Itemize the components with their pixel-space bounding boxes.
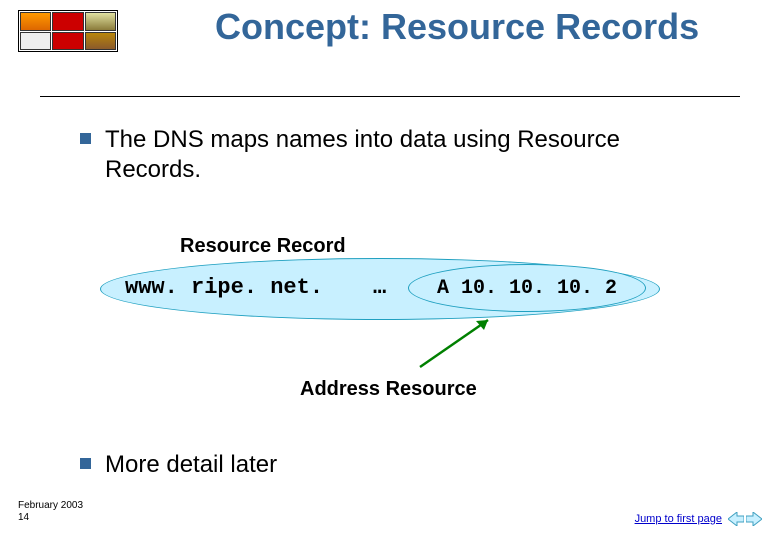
next-arrow-icon[interactable] — [746, 512, 762, 526]
footer-date: February 2003 14 — [18, 500, 83, 524]
bullet-text: More detail later — [105, 450, 277, 480]
address-record-ellipse: A 10. 10. 10. 2 — [408, 264, 646, 312]
title-divider — [40, 96, 740, 97]
bullet-2: More detail later — [80, 450, 720, 480]
resource-record-label: Resource Record — [180, 235, 346, 258]
bullet-marker — [80, 133, 91, 144]
ellipsis-text: … — [373, 275, 386, 300]
bullet-text: The DNS maps names into data using Resou… — [105, 125, 720, 185]
slide-logo — [18, 10, 118, 52]
slide-date: February 2003 — [18, 500, 83, 512]
jump-first-page-link[interactable]: Jump to first page — [635, 513, 722, 525]
address-record-text: A 10. 10. 10. 2 — [437, 277, 617, 300]
address-resource-label: Address Resource — [300, 378, 477, 401]
bullet-1: The DNS maps names into data using Resou… — [80, 125, 720, 185]
footer-nav: Jump to first page — [635, 512, 762, 526]
arrow-icon — [410, 312, 500, 372]
slide-title: Concept: Resource Records — [215, 8, 735, 46]
prev-arrow-icon[interactable] — [728, 512, 744, 526]
slide-number: 14 — [18, 512, 83, 524]
domain-name-text: www. ripe. net. — [125, 275, 323, 300]
bullet-marker — [80, 458, 91, 469]
